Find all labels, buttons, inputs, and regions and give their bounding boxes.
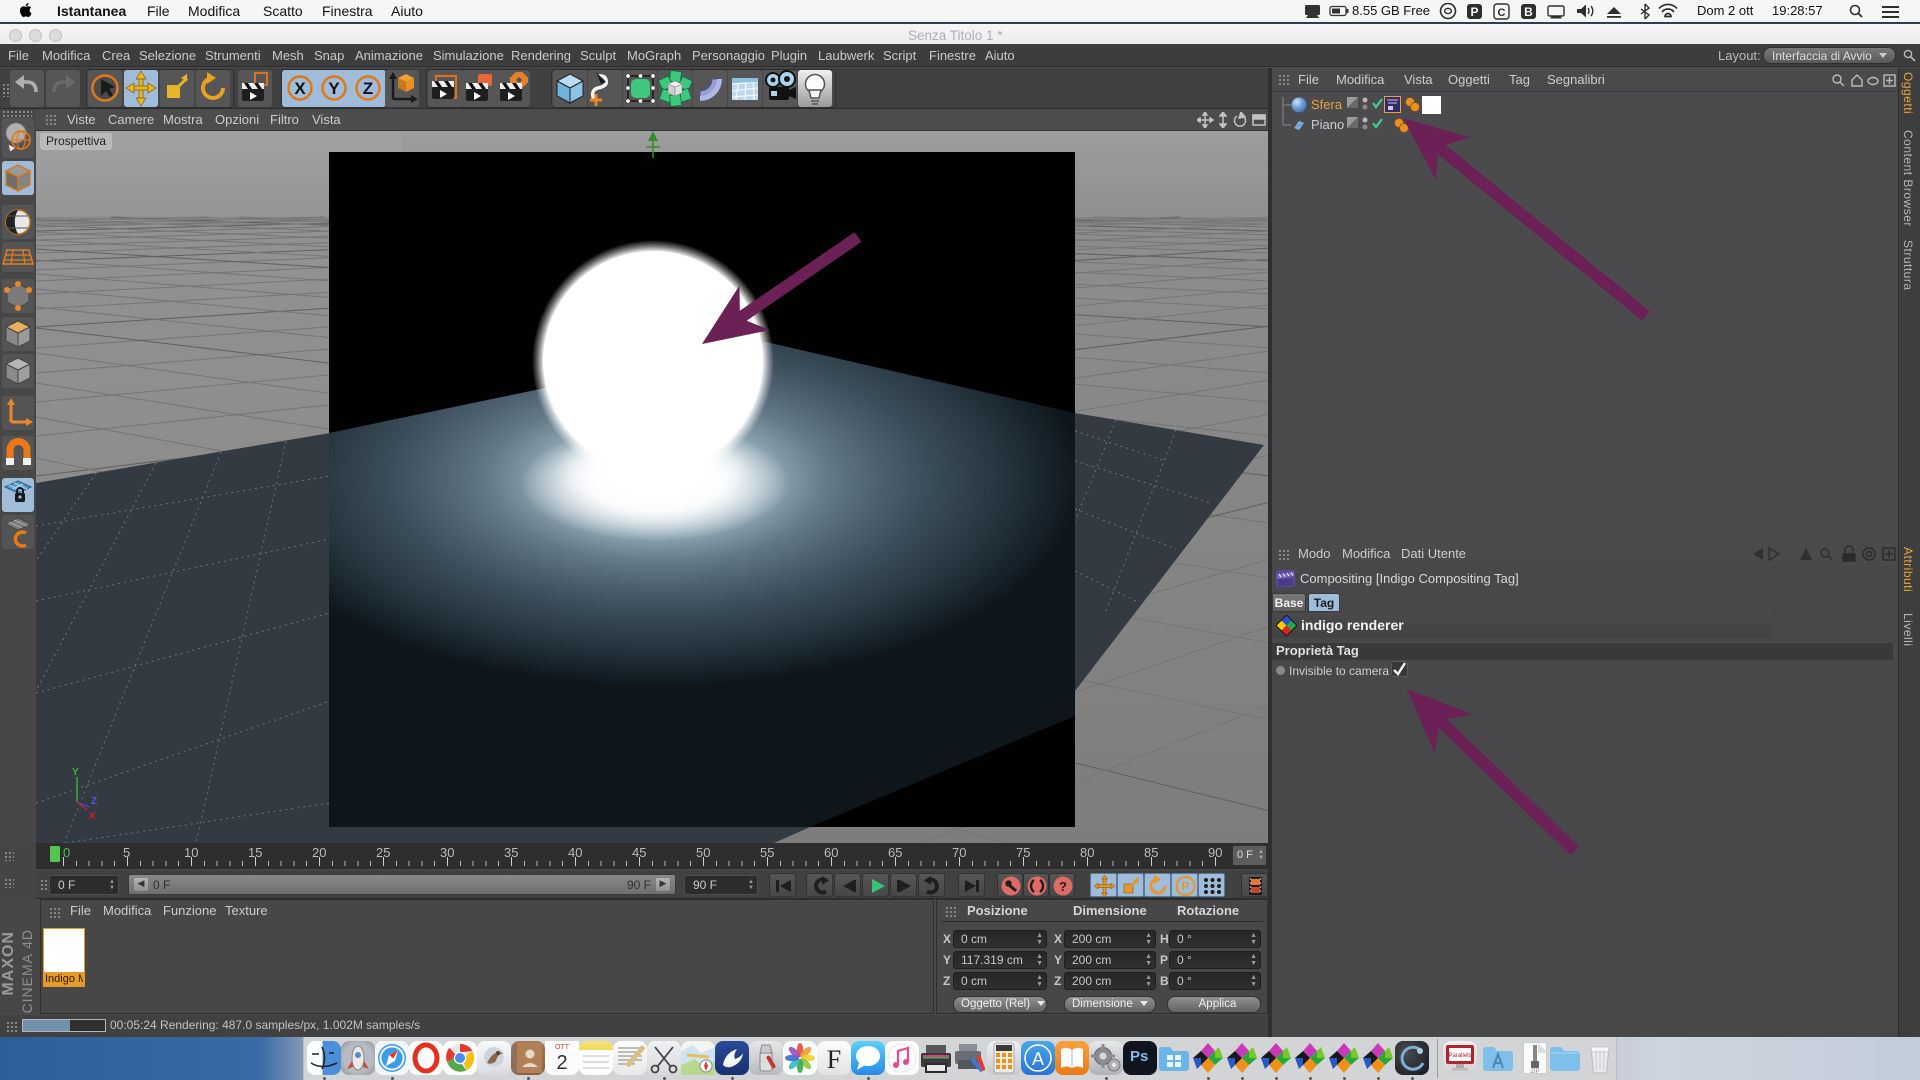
svg-text:A: A xyxy=(1032,1049,1044,1069)
svg-text:2: 2 xyxy=(556,1052,567,1074)
svg-text:X: X xyxy=(89,811,96,822)
svg-text:Y: Y xyxy=(328,79,340,98)
svg-text:Z: Z xyxy=(91,796,97,807)
svg-text:Y: Y xyxy=(72,767,79,778)
svg-text:P: P xyxy=(1181,880,1189,894)
svg-text:P: P xyxy=(1470,5,1478,19)
svg-text:ZIP: ZIP xyxy=(1530,1069,1539,1075)
svg-text:?: ? xyxy=(1059,879,1067,894)
svg-text:Parallels: Parallels xyxy=(1448,1053,1471,1059)
svg-text:X: X xyxy=(294,79,306,98)
svg-text:C: C xyxy=(1498,7,1506,19)
svg-text:OTT: OTT xyxy=(555,1044,570,1051)
svg-text:B: B xyxy=(1524,5,1533,19)
svg-text:F: F xyxy=(827,1045,841,1074)
svg-text:Z: Z xyxy=(363,79,373,98)
